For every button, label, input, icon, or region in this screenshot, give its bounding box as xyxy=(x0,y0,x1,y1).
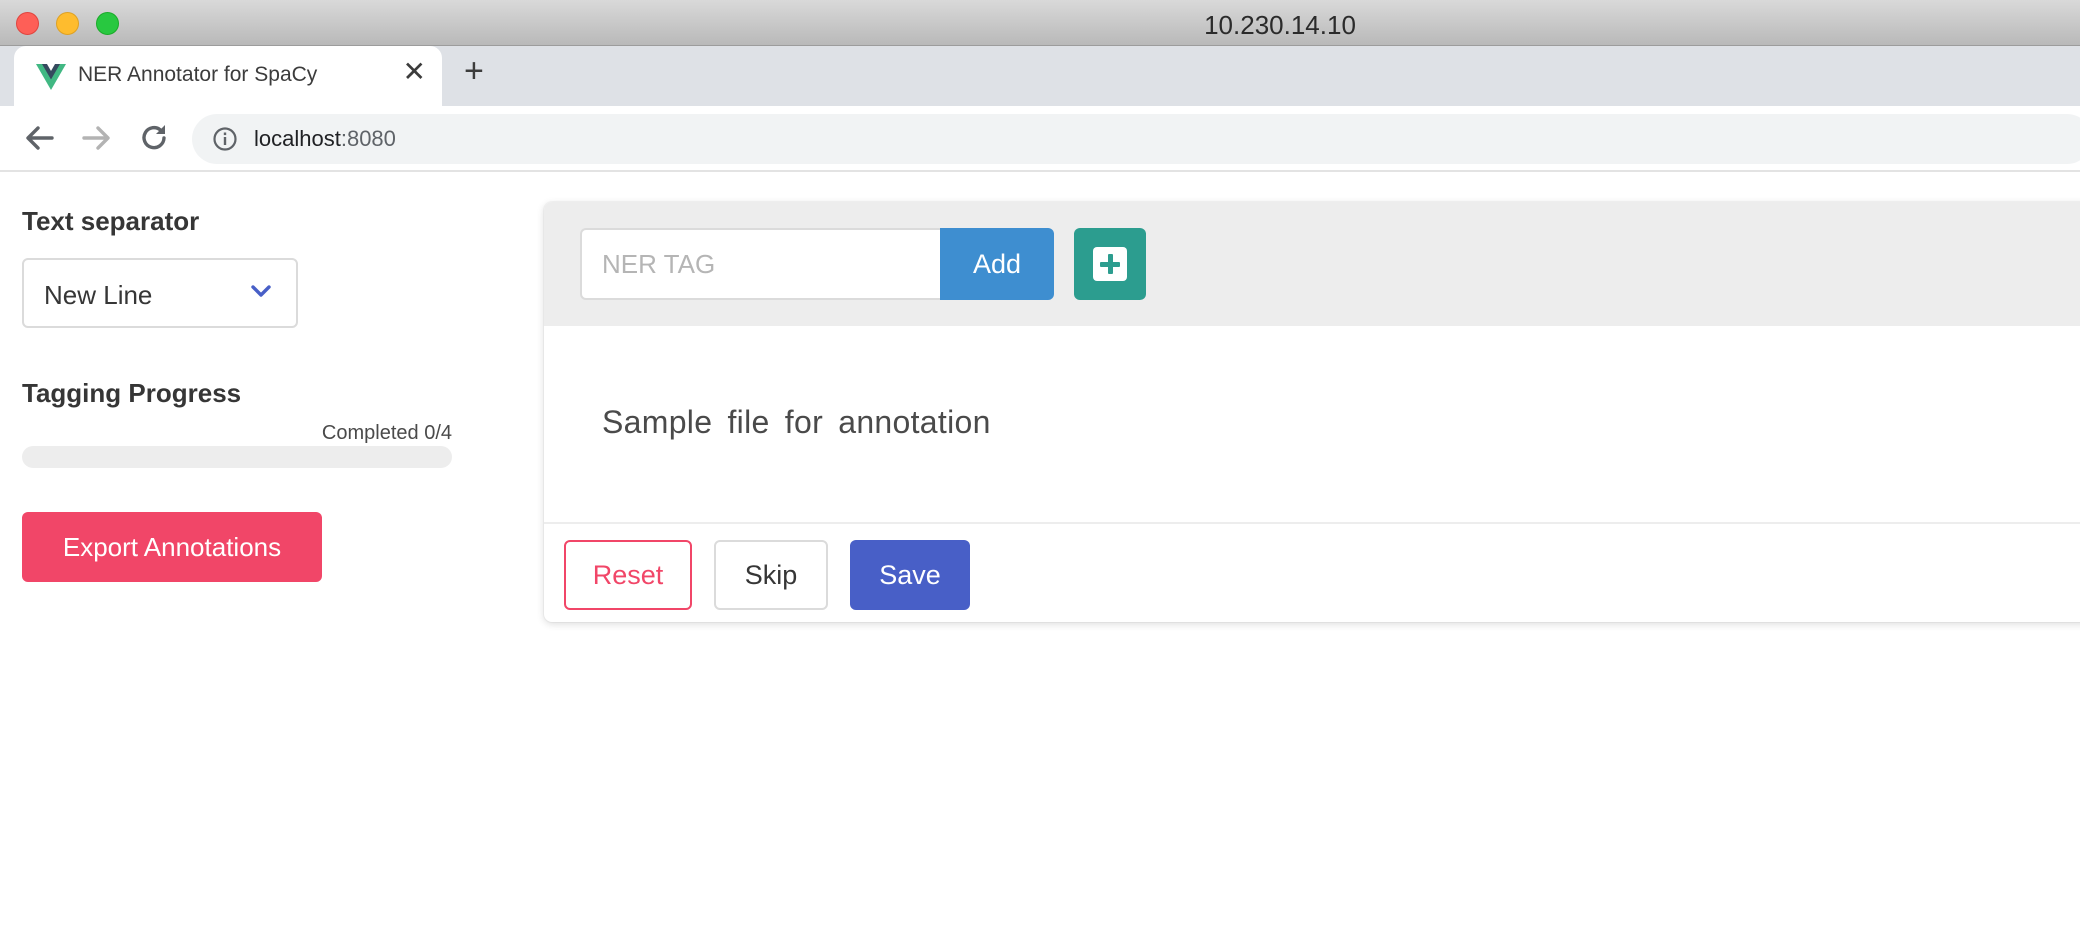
tab-strip: NER Annotator for SpaCy ✕ + xyxy=(0,46,2080,106)
window-titlebar: 10.230.14.10 xyxy=(0,0,2080,46)
arrow-left-icon[interactable] xyxy=(22,120,58,156)
tagging-progress-bar xyxy=(22,446,452,468)
progress-status-text: Completed 0/4 xyxy=(321,422,452,444)
url-port: :8080 xyxy=(340,126,396,151)
sidebar: Text separator New Line Tagging Progress… xyxy=(0,172,500,932)
annotation-card: Add Sample file for annotation Reset Ski… xyxy=(544,202,2080,622)
browser-toolbar: localhost:8080 xyxy=(0,106,2080,172)
text-separator-value: New Line xyxy=(44,280,153,310)
reload-icon[interactable] xyxy=(136,120,172,156)
vue-logo-icon xyxy=(36,64,66,90)
text-separator-select[interactable]: New Line xyxy=(22,258,298,328)
chevron-down-icon xyxy=(251,285,271,297)
url-host: localhost xyxy=(254,126,341,151)
add-tag-icon-button[interactable] xyxy=(1074,228,1146,300)
export-annotations-button[interactable]: Export Annotations xyxy=(22,512,322,582)
plus-square-icon xyxy=(1093,247,1127,281)
tagging-progress-label: Tagging Progress xyxy=(22,378,242,408)
arrow-right-icon[interactable] xyxy=(78,120,114,156)
skip-button[interactable]: Skip xyxy=(714,540,828,610)
annotation-text-area: Sample file for annotation xyxy=(544,326,2080,524)
tab-title: NER Annotator for SpaCy xyxy=(78,63,318,86)
ner-tag-input[interactable] xyxy=(580,228,944,300)
url-text: localhost:8080 xyxy=(254,126,396,152)
annotation-text[interactable]: Sample file for annotation xyxy=(602,404,991,441)
info-icon[interactable] xyxy=(212,126,238,152)
reset-button[interactable]: Reset xyxy=(564,540,692,610)
close-tab-icon[interactable]: ✕ xyxy=(403,58,426,86)
new-tab-button[interactable]: + xyxy=(464,54,484,88)
card-footer: Reset Skip Save xyxy=(544,522,2080,622)
browser-tab[interactable]: NER Annotator for SpaCy ✕ xyxy=(14,46,442,106)
window-title: 10.230.14.10 xyxy=(1204,10,1356,40)
address-bar[interactable]: localhost:8080 xyxy=(192,114,2080,164)
save-button[interactable]: Save xyxy=(850,540,970,610)
add-tag-button[interactable]: Add xyxy=(940,228,1054,300)
text-separator-label: Text separator xyxy=(22,206,200,236)
tag-toolbar: Add xyxy=(544,202,2080,326)
